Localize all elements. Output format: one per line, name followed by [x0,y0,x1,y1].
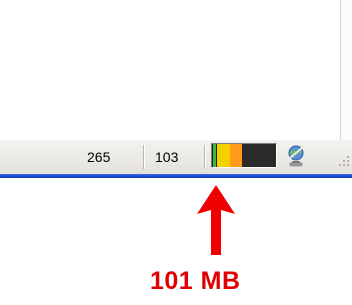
memory-size-annotation: 101 MB [150,267,241,295]
status-bar: 265 103 [0,140,352,174]
status-separator [143,145,144,169]
status-separator [204,145,205,169]
resize-grip-icon[interactable] [333,152,352,172]
memory-meter-segment [230,144,242,167]
status-field-count-1: 265 [87,149,111,165]
up-arrow-icon [196,185,236,255]
memory-meter-segment [242,144,276,167]
window-content-area [0,0,340,140]
memory-meter-segment [217,144,230,167]
status-field-count-2: 103 [155,149,179,165]
screenshot-stage: 265 103 101 MB [0,0,352,305]
network-globe-icon[interactable] [285,144,307,168]
taskbar-edge [0,174,352,178]
memory-meter-segment [213,144,216,167]
vertical-scrollbar[interactable] [341,0,352,140]
memory-usage-meter[interactable] [211,143,277,168]
